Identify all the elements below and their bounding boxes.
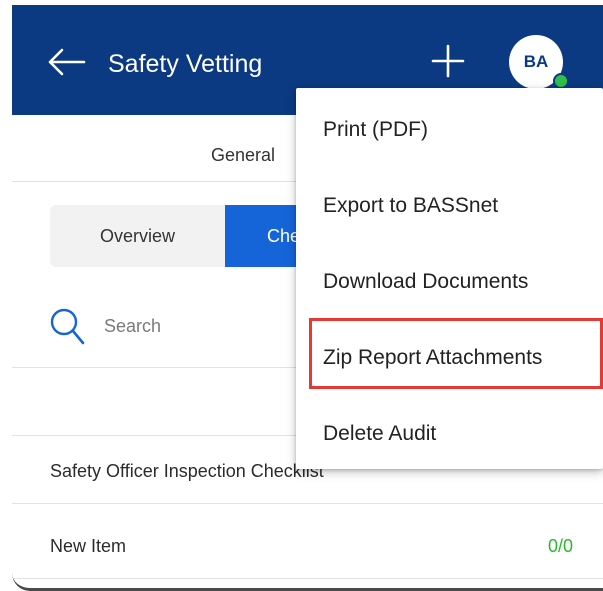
menu-item-export-bassnet[interactable]: Export to BASSnet bbox=[296, 170, 603, 242]
search-input[interactable] bbox=[104, 312, 304, 340]
divider bbox=[12, 578, 603, 579]
list-item-title[interactable]: Safety Officer Inspection Checklist bbox=[50, 461, 324, 482]
menu-item-delete-audit[interactable]: Delete Audit bbox=[296, 398, 603, 470]
menu-item-download-documents[interactable]: Download Documents bbox=[296, 246, 603, 318]
list-item-count: 0/0 bbox=[547, 536, 573, 556]
app-frame: Safety Vetting BA General Overview Check… bbox=[12, 5, 603, 591]
overflow-menu: Print (PDF) Export to BASSnet Download D… bbox=[296, 88, 603, 469]
add-icon[interactable] bbox=[430, 43, 466, 79]
menu-item-print-pdf[interactable]: Print (PDF) bbox=[296, 94, 603, 166]
search-icon bbox=[49, 306, 85, 346]
page-title: Safety Vetting bbox=[108, 50, 263, 78]
divider bbox=[12, 503, 603, 504]
list-item-title[interactable]: New Item bbox=[50, 536, 126, 557]
back-arrow-icon[interactable] bbox=[46, 47, 86, 77]
tab-general[interactable]: General bbox=[211, 145, 275, 166]
segment-overview[interactable]: Overview bbox=[50, 205, 225, 267]
menu-item-zip-report-attachments[interactable]: Zip Report Attachments bbox=[296, 322, 603, 394]
online-status-dot bbox=[553, 73, 569, 89]
